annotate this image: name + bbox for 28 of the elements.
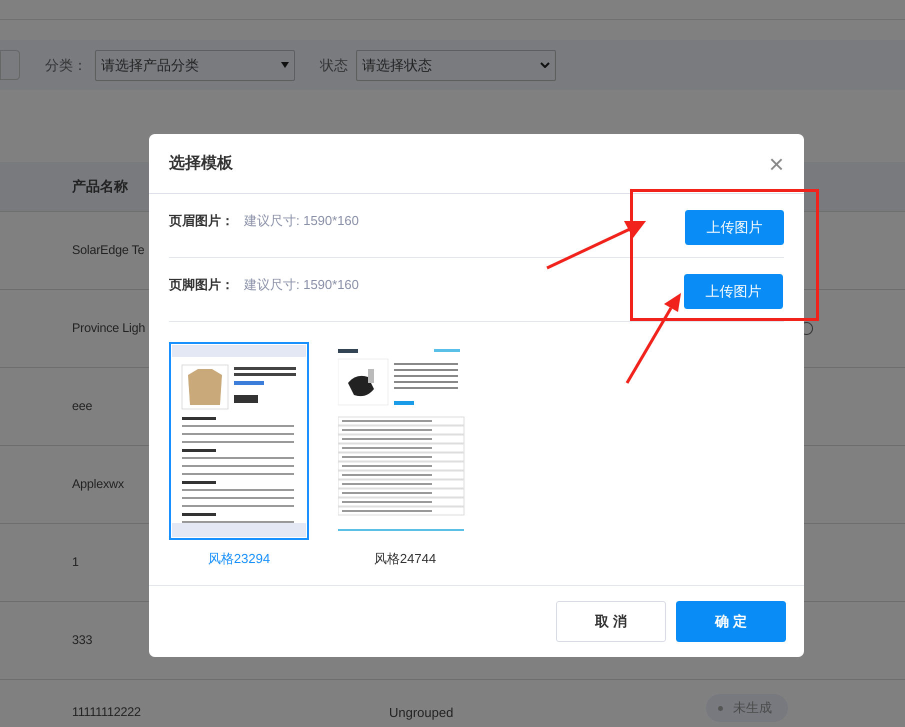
dialog-title: 选择模板 xyxy=(169,154,233,174)
caret-icon xyxy=(281,62,289,68)
column-header: 产品名称 xyxy=(72,177,128,196)
table-cell-text: 11111112222 xyxy=(72,704,141,722)
upload-button[interactable]: 上传图片 xyxy=(685,210,784,245)
table-cell-text: eee xyxy=(72,398,92,416)
table-cell-text: Province Ligh xyxy=(72,320,146,338)
select-field[interactable]: 请选择状态 xyxy=(356,50,556,80)
template-name[interactable]: 风格23294 xyxy=(208,549,270,568)
confirm-button[interactable]: 确 定 xyxy=(676,601,786,642)
close-button[interactable]: × xyxy=(768,150,784,176)
hint-text: 建议尺寸: 1590*160 xyxy=(244,276,359,294)
text-field[interactable] xyxy=(0,50,20,80)
field-label: 状态 xyxy=(320,56,348,74)
hint-text: 建议尺寸: 1590*160 xyxy=(244,212,359,230)
table-cell-text: 1 xyxy=(72,554,79,572)
cancel-button[interactable]: 取 消 xyxy=(556,601,666,642)
field-label: 页眉图片： xyxy=(169,212,234,230)
caret-icon xyxy=(540,62,550,68)
field-label: 分类： xyxy=(45,56,87,74)
table-cell-text: Ungrouped xyxy=(389,704,454,722)
template-name[interactable]: 风格24744 xyxy=(374,549,436,568)
table-cell-text: SolarEdge Te xyxy=(72,242,144,260)
table-cell-text: Applexwx xyxy=(72,476,124,494)
upload-button[interactable]: 上传图片 xyxy=(684,274,783,309)
field-label: 页脚图片： xyxy=(169,276,234,294)
table-cell-text: 333 xyxy=(72,632,92,650)
select-field[interactable]: 请选择产品分类 xyxy=(95,50,295,80)
